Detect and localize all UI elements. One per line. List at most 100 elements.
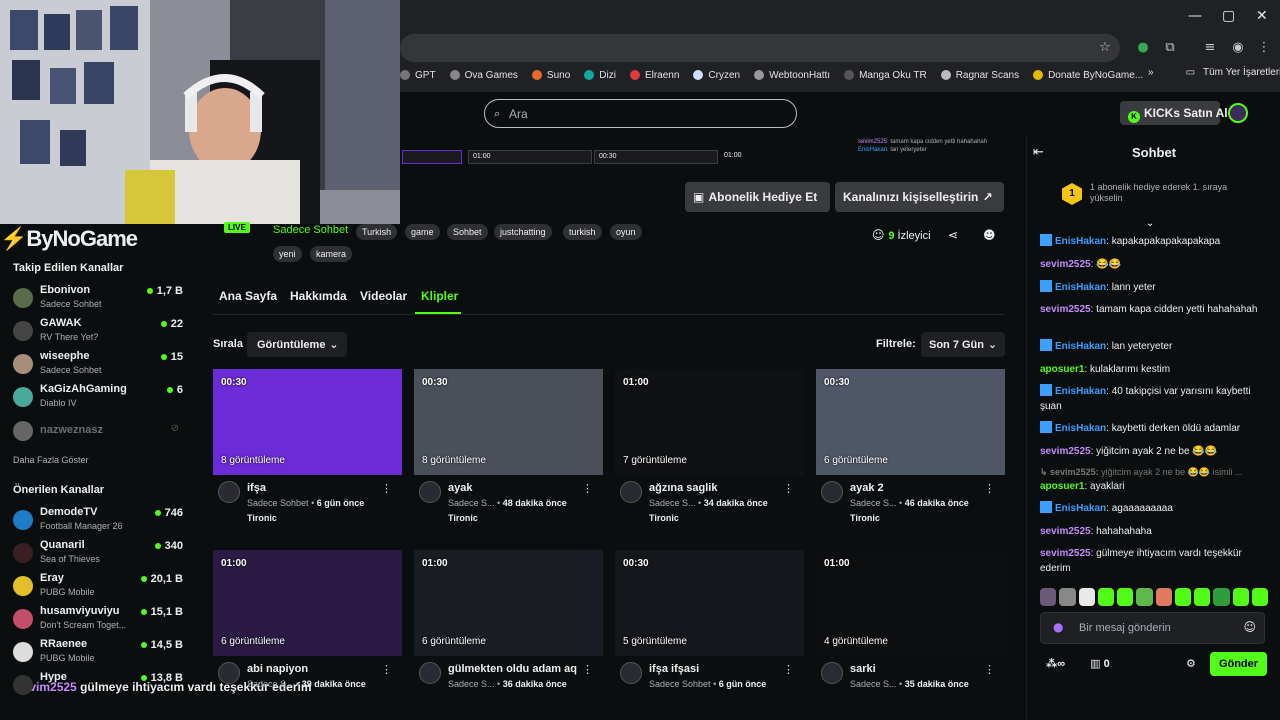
clip-card[interactable]: 00:30 8 görüntüleme ayak Sadece S... • 48 d… [414, 369, 603, 523]
clip-title[interactable]: ifşa [247, 482, 266, 494]
emote-icon[interactable] [1194, 588, 1211, 606]
emote-icon[interactable] [1059, 588, 1076, 606]
clip-thumbnail[interactable]: 01:00 6 görüntüleme [414, 550, 603, 656]
sidebar-channel[interactable]: KaGizAhGaming Diablo IV 6 [13, 383, 183, 413]
emote-icon[interactable] [1040, 588, 1057, 606]
bookmark-item[interactable]: Donate ByNoGame... [1033, 70, 1143, 81]
clip-channel[interactable]: Tironic [448, 513, 478, 523]
sidebar-channel[interactable]: Eray PUBG Mobile 20,1 B [13, 572, 183, 602]
collapse-chat-icon[interactable]: ⇤ [1033, 145, 1044, 160]
bookmark-item[interactable]: Dizi [584, 70, 616, 81]
tab-clips[interactable]: Klipler [421, 289, 458, 303]
avatar[interactable] [218, 481, 240, 503]
bookmark-item[interactable]: Cryzen [693, 70, 740, 81]
sidebar-channel[interactable]: Hype 13,8 B [13, 671, 183, 701]
avatar[interactable] [620, 662, 642, 684]
clip-card[interactable]: 01:00 4 görüntüleme sarki Sadece S... • 35 … [816, 550, 1005, 700]
clip-card[interactable]: 00:30 6 görüntüleme ayak 2 Sadece S... • 46… [816, 369, 1005, 523]
all-bookmarks-link[interactable]: Tüm Yer İşaretleri [1203, 67, 1280, 78]
sidebar-item-offline[interactable]: nazweznasz ⊘ [13, 419, 183, 441]
menu-dots-icon[interactable]: ⋮ [1256, 40, 1272, 56]
clip-channel[interactable]: Tironic [850, 513, 880, 523]
emote-icon[interactable] [1213, 588, 1230, 606]
chat-username[interactable]: sevim2525 [1040, 526, 1091, 537]
tag-chip[interactable]: kamera [310, 246, 353, 262]
clip-card[interactable]: 01:00 6 görüntüleme gülmekten oldu adam aq… [414, 550, 603, 700]
sidebar-channel[interactable]: husamviyuviyu Don't Scream Toget... 15,1 B [13, 605, 183, 635]
clip-title[interactable]: abi napiyon [247, 663, 308, 675]
bookmarks-overflow[interactable]: » ▭ Tüm Yer İşaretleri [1148, 67, 1280, 78]
bookmark-item[interactable]: WebtoonHattı [754, 70, 830, 81]
avatar[interactable] [218, 662, 240, 684]
site-logo[interactable]: ⚡ByNoGame [0, 226, 138, 252]
microphone-icon[interactable]: ● [1053, 620, 1063, 634]
more-options-icon[interactable]: ⋮ [381, 663, 392, 676]
bookmark-item[interactable]: Ragnar Scans [940, 70, 1019, 81]
emote-icon[interactable] [1117, 588, 1134, 606]
close-icon[interactable]: ✕ [1256, 8, 1268, 24]
tag-chip[interactable]: game [405, 224, 440, 240]
bookmark-item[interactable]: Suno [531, 70, 570, 81]
chevron-down-icon[interactable]: ⌄ [1146, 218, 1154, 229]
tag-chip[interactable]: oyun [610, 224, 642, 240]
clip-card[interactable]: 01:00 7 görüntüleme ağzına saglik Sadece S.… [615, 369, 804, 523]
sidebar-channel[interactable]: GAWAK RV There Yet? 22 [13, 317, 183, 347]
profile-icon[interactable]: ◉ [1230, 40, 1246, 56]
clip-title[interactable]: ayak 2 [850, 482, 884, 494]
bookmark-item[interactable]: Ova Games [449, 70, 518, 81]
chat-username[interactable]: aposuer1 [1040, 481, 1084, 492]
chat-username[interactable]: aposuer1 [1040, 364, 1084, 375]
avatar[interactable] [419, 662, 441, 684]
clip-thumbnail[interactable]: 00:30 6 görüntüleme [816, 369, 1005, 475]
tag-chip[interactable]: justchatting [494, 224, 552, 240]
store-icon[interactable]: ▥ [1090, 657, 1100, 670]
gift-subscription-button[interactable]: ▣ Abonelik Hediye Et [685, 182, 830, 212]
tab-home[interactable]: Ana Sayfa [219, 289, 277, 303]
clip-thumbnail[interactable]: 01:00 6 görüntüleme [213, 550, 402, 656]
more-options-icon[interactable]: ⋮ [783, 663, 794, 676]
category-link[interactable]: Sadece Sohbet [273, 224, 348, 236]
more-options-icon[interactable]: ⋮ [783, 482, 794, 495]
more-options-icon[interactable]: ⋮ [984, 482, 995, 495]
clip-channel[interactable]: Tironic [649, 513, 679, 523]
emoji-icon[interactable]: ☺ [1243, 620, 1256, 634]
search-input[interactable]: ⌕ Ara [484, 99, 797, 128]
media-icon[interactable]: ≡ [1202, 40, 1218, 56]
clip-card[interactable]: 00:30 5 görüntüleme ifşa ifşasi Sadece Sohb… [615, 550, 804, 700]
address-bar[interactable] [400, 34, 1120, 62]
chat-username[interactable]: EnisHakan [1055, 423, 1106, 434]
more-options-icon[interactable]: ⋮ [582, 482, 593, 495]
chat-input[interactable]: ● Bir mesaj gönderin ☺ [1040, 612, 1265, 644]
clip-card[interactable]: 00:30 8 görüntüleme ifşa Sadece Sohbet • 6 … [213, 369, 402, 523]
sidebar-channel[interactable]: wiseephe Sadece Sohbet 15 [13, 350, 183, 380]
star-icon[interactable]: ☆ [1097, 40, 1113, 56]
chevron-right-icon[interactable]: » [1148, 67, 1154, 78]
bookmark-item[interactable]: Manga Oku TR [844, 70, 927, 81]
clip-title[interactable]: ağzına saglik [649, 482, 717, 494]
bookmark-item[interactable]: GPT [400, 70, 436, 81]
chat-username[interactable]: EnisHakan [1055, 503, 1106, 514]
chat-username[interactable]: sevim2525 [1040, 304, 1091, 315]
chat-username[interactable]: EnisHakan [1055, 386, 1106, 397]
send-button[interactable]: Gönder [1210, 652, 1267, 676]
more-options-icon[interactable]: ⋮ [582, 663, 593, 676]
chat-username[interactable]: sevim2525 [1040, 548, 1091, 559]
extension-shield-icon[interactable]: ● [1135, 40, 1151, 56]
minimize-icon[interactable]: — [1188, 8, 1202, 24]
sidebar-channel[interactable]: DemodeTV Football Manager 26 746 [13, 506, 183, 536]
clip-thumbnail[interactable]: 00:30 5 görüntüleme [615, 550, 804, 656]
emote-icon[interactable] [1232, 588, 1249, 606]
emote-icon[interactable] [1097, 588, 1114, 606]
maximize-icon[interactable]: ▢ [1222, 8, 1235, 24]
bookmark-item[interactable]: Elraenn [629, 70, 679, 81]
filter-dropdown[interactable]: Son 7 Gün ⌄ [921, 332, 1005, 357]
chat-username[interactable]: EnisHakan [1055, 341, 1106, 352]
avatar[interactable] [821, 662, 843, 684]
chat-username[interactable]: sevim2525 [1040, 259, 1091, 270]
clip-title[interactable]: sarki [850, 663, 876, 675]
gear-icon[interactable]: ⚙ [1186, 657, 1196, 670]
clip-thumbnail[interactable]: 01:00 7 görüntüleme [615, 369, 804, 475]
emote-icon[interactable] [1136, 588, 1153, 606]
avatar[interactable] [620, 481, 642, 503]
emote-icon[interactable] [1078, 588, 1095, 606]
